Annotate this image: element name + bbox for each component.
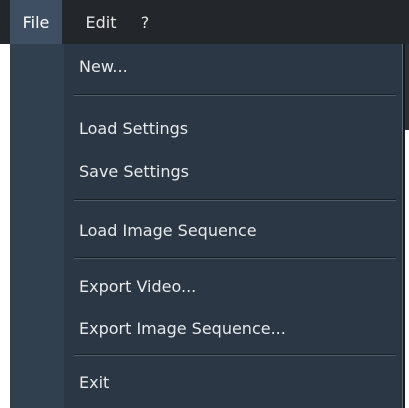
menu-item-exit[interactable]: Exit	[64, 364, 400, 402]
menu-separator	[74, 354, 396, 356]
menu-item-export-video[interactable]: Export Video...	[64, 268, 400, 306]
menu-item-export-image-sequence[interactable]: Export Image Sequence...	[64, 310, 400, 348]
menu-help[interactable]: ?	[132, 0, 158, 44]
menu-separator	[74, 257, 396, 259]
menu-item-new[interactable]: New...	[64, 48, 400, 86]
menu-separator	[74, 199, 396, 201]
menu-item-save-settings[interactable]: Save Settings	[64, 153, 400, 191]
menu-icon-gutter	[10, 44, 64, 408]
menu-edit[interactable]: Edit	[78, 0, 124, 44]
file-dropdown-menu: New... Load Settings Save Settings Load …	[10, 44, 403, 408]
menu-item-load-settings[interactable]: Load Settings	[64, 110, 400, 148]
menu-bar: File Edit ?	[0, 0, 409, 44]
menu-separator	[74, 94, 396, 96]
menu-file[interactable]: File	[10, 0, 62, 44]
menu-item-load-image-sequence[interactable]: Load Image Sequence	[64, 212, 400, 250]
